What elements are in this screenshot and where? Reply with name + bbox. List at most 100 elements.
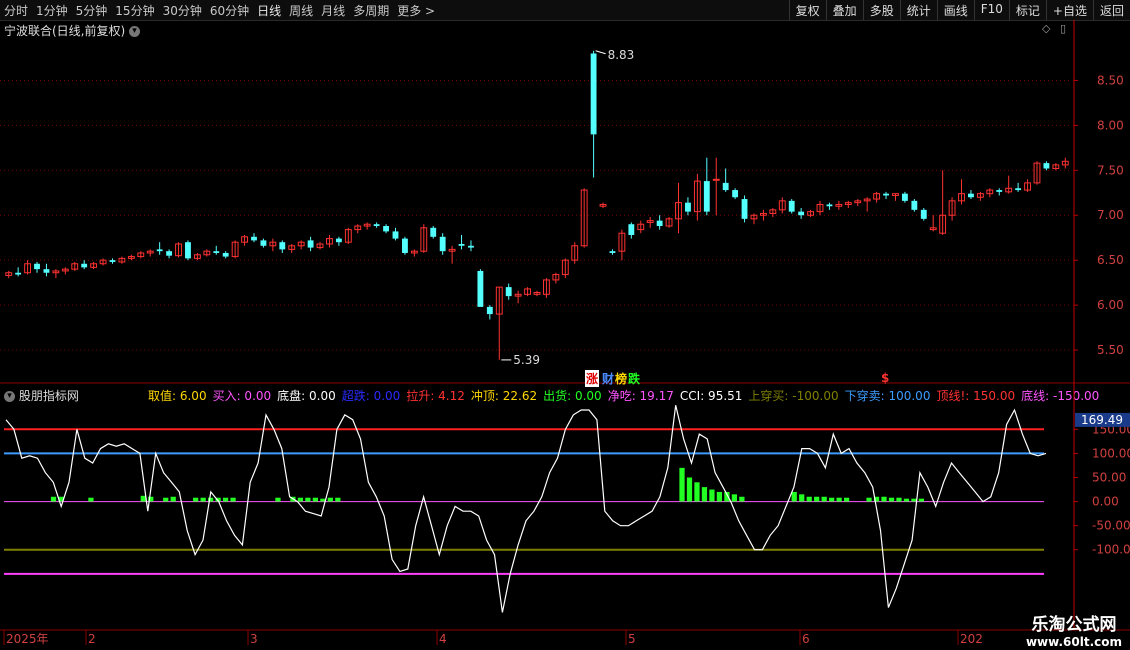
- candle-body: [656, 220, 663, 227]
- y-tick-label: -50.00: [1092, 519, 1130, 533]
- candle-body: [968, 193, 974, 198]
- candle-body: [901, 193, 908, 201]
- candle-body: [590, 53, 597, 135]
- x-tick-label: 2: [88, 632, 96, 646]
- signal-bar: [806, 496, 812, 502]
- signal-bar: [222, 497, 229, 502]
- candle-body: [722, 182, 729, 191]
- y-tick-label: 5.50: [1097, 343, 1124, 357]
- candle-body: [1015, 188, 1022, 191]
- signal-bar: [799, 494, 805, 502]
- signal-bar: [843, 497, 850, 502]
- candle-body: [477, 270, 484, 307]
- signal-bar: [163, 497, 169, 502]
- annotation-arrow: [595, 50, 606, 55]
- y-tick-label: 100.00: [1092, 446, 1130, 460]
- signal-bar: [200, 497, 206, 502]
- candle-body: [505, 287, 512, 297]
- candle-body: [185, 242, 191, 259]
- signal-bar: [335, 497, 341, 502]
- die-badge[interactable]: 跌: [627, 370, 641, 387]
- x-tick-label: 5: [628, 632, 636, 646]
- y-tick-label: 6.50: [1097, 253, 1124, 267]
- candle-body: [628, 224, 635, 236]
- watermark: 乐淘公式网 www.60lt.com: [1026, 610, 1122, 649]
- candle-body: [392, 231, 399, 239]
- signal-bar: [791, 491, 797, 502]
- candle-body: [15, 272, 22, 275]
- x-tick-label: 202: [960, 632, 983, 646]
- candle-body: [1043, 163, 1050, 169]
- candle-body: [439, 236, 446, 252]
- candle-body: [685, 202, 691, 212]
- signal-bar: [297, 497, 304, 502]
- cci-line: [5, 405, 1047, 613]
- candle-body: [798, 211, 805, 216]
- candle-body: [213, 251, 220, 253]
- signal-bar: [739, 496, 745, 502]
- signal-bar: [911, 498, 917, 502]
- candle-body: [335, 238, 342, 243]
- candle-body: [996, 190, 1003, 192]
- candle-body: [430, 227, 437, 237]
- signal-bar: [305, 497, 311, 502]
- y-tick-label: -100.00: [1092, 543, 1130, 557]
- signal-bar: [686, 477, 693, 502]
- signal-bar: [814, 496, 820, 502]
- candle-body: [788, 200, 795, 212]
- signal-bar: [230, 497, 236, 502]
- candle-body: [307, 240, 314, 248]
- x-tick-label: 6: [802, 632, 810, 646]
- candle-body: [43, 269, 50, 273]
- candle-body: [732, 190, 739, 198]
- signal-bar: [193, 497, 199, 502]
- signal-bar: [903, 498, 910, 502]
- signal-bar: [170, 496, 176, 502]
- x-tick-label: 3: [250, 632, 258, 646]
- bang-badge[interactable]: 榜: [614, 370, 628, 387]
- candle-body: [883, 193, 889, 196]
- candle-body: [486, 306, 493, 315]
- candle-body: [34, 263, 40, 270]
- candle-body: [81, 263, 88, 268]
- signal-bar: [709, 489, 715, 502]
- y-tick-label: 8.00: [1097, 118, 1124, 132]
- x-tick-label: 2025年: [6, 632, 49, 646]
- signal-bar: [275, 497, 281, 502]
- candle-body: [741, 199, 748, 219]
- candle-body: [279, 242, 286, 250]
- y-tick-label: 0.00: [1092, 495, 1119, 509]
- candle-body: [373, 224, 380, 227]
- candle-body: [458, 243, 465, 246]
- signal-bar: [701, 487, 708, 502]
- candle-body: [383, 226, 389, 232]
- signal-bar: [88, 497, 94, 502]
- watermark-title: 乐淘公式网: [1031, 615, 1117, 635]
- candle-body: [712, 178, 720, 181]
- zhang-badge[interactable]: 涨: [585, 370, 600, 387]
- candle-body: [260, 240, 267, 246]
- signal-bar: [731, 494, 737, 502]
- signal-bar: [821, 496, 827, 502]
- y-tick-label: 50.00: [1092, 470, 1126, 484]
- candle-body: [402, 238, 408, 253]
- signal-bar: [312, 497, 318, 502]
- candle-body: [826, 204, 833, 207]
- signal-bar: [896, 497, 902, 502]
- cai-badge[interactable]: 财: [601, 370, 615, 387]
- s-marker[interactable]: $: [880, 371, 890, 385]
- y-tick-label: 6.00: [1097, 298, 1124, 312]
- price-annotation: 5.39: [513, 353, 540, 367]
- chart-canvas[interactable]: 8.508.007.507.006.506.005.508.835.39150.…: [0, 0, 1130, 650]
- current-value-label: 169.49: [1081, 413, 1123, 427]
- candle-body: [222, 252, 229, 257]
- candle-body: [109, 260, 116, 262]
- signal-bar: [716, 491, 723, 502]
- candle-body: [251, 236, 257, 241]
- y-tick-label: 8.50: [1097, 73, 1124, 87]
- candle-body: [703, 181, 710, 212]
- signal-bar: [918, 498, 925, 502]
- signal-bar: [679, 467, 685, 502]
- candle-body: [156, 249, 163, 252]
- signal-bar: [50, 496, 57, 502]
